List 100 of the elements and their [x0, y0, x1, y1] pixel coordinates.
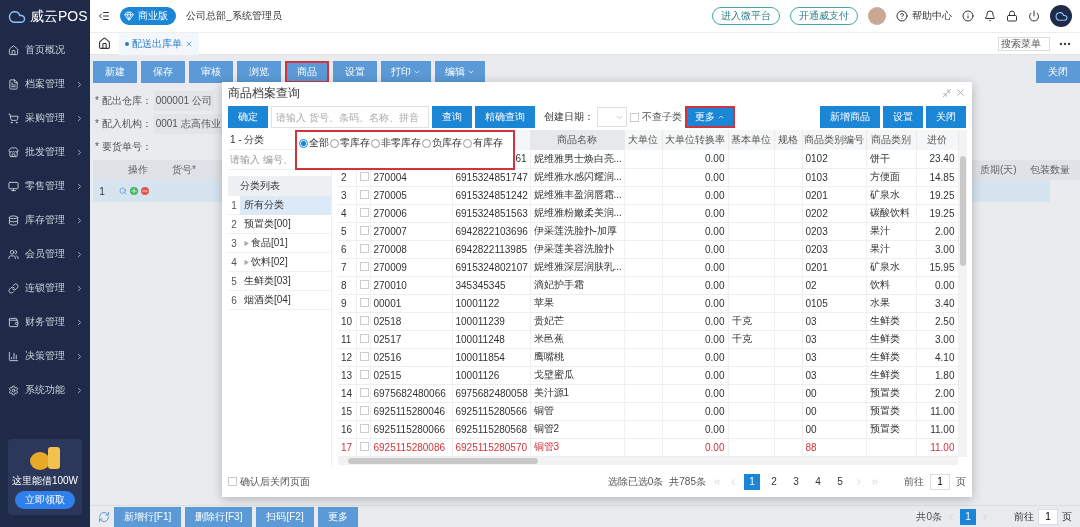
table-cell: 3.00 [935, 243, 955, 255]
dialog-action-button[interactable]: 关闭 [926, 106, 966, 128]
help-icon[interactable] [896, 10, 908, 22]
sidebar-item[interactable]: 决策管理 [0, 339, 90, 373]
expand-icon[interactable] [244, 240, 249, 246]
dialog-action-button[interactable]: 新增商品 [820, 106, 880, 128]
radio-option[interactable]: 零库存 [330, 136, 370, 150]
help-link[interactable]: 帮助中心 [912, 9, 952, 23]
table-cell: 贵妃芒 [533, 315, 564, 326]
row-checkbox[interactable] [359, 171, 369, 181]
sidebar-item[interactable]: 系统功能 [0, 373, 90, 407]
table-cell: 23.40 [929, 153, 955, 165]
radio-option[interactable]: 全部 [299, 136, 329, 150]
store-icon [8, 146, 19, 158]
date-select[interactable] [597, 107, 627, 127]
row-checkbox[interactable] [359, 387, 369, 397]
bell-icon[interactable] [984, 10, 996, 22]
row-checkbox[interactable] [359, 207, 369, 217]
sidebar-item[interactable]: 采购管理 [0, 101, 90, 135]
category-list-header: 分类列表 [228, 176, 331, 196]
close-after-confirm-checkbox[interactable]: 确认后关闭页面 [228, 474, 310, 489]
page-button[interactable]: 5 [832, 473, 848, 490]
promo-button[interactable]: 立即领取 [15, 491, 75, 509]
page-input[interactable]: 1 [930, 473, 950, 490]
radio-option[interactable]: 非零库存 [371, 136, 421, 150]
category-item[interactable]: 预置类[00] [240, 214, 331, 234]
page-button[interactable]: 3 [788, 473, 804, 490]
sidebar-item[interactable]: 会员管理 [0, 237, 90, 271]
search-icon[interactable] [119, 186, 128, 195]
row-checkbox[interactable] [359, 333, 369, 343]
row-checkbox[interactable] [359, 225, 369, 235]
add-icon[interactable] [130, 186, 138, 195]
dialog-action-button[interactable]: 设置 [883, 106, 923, 128]
sidebar-item[interactable]: 批发管理 [0, 135, 90, 169]
search-field[interactable]: 请输入 货号、条码、名称、拼音 [271, 106, 429, 128]
prev-page-icon[interactable] [728, 476, 738, 487]
table-cell: 0201 [805, 189, 828, 201]
table-cell: 果汁 [869, 225, 890, 236]
total-count: 共0条 [916, 509, 942, 524]
confirm-button[interactable]: 确定 [228, 106, 268, 128]
page-button[interactable]: 1 [960, 508, 976, 525]
row-checkbox[interactable] [359, 297, 369, 307]
row-number: 2 [341, 171, 347, 183]
category-item[interactable]: 烟酒类[04] [240, 290, 331, 310]
close-icon[interactable] [185, 39, 193, 48]
table-cell: 03 [805, 351, 817, 363]
table-cell: 03 [805, 333, 817, 345]
category-item[interactable]: 生鲜类[03] [240, 271, 331, 291]
row-checkbox[interactable] [359, 315, 369, 325]
more-button[interactable]: 更多 [685, 106, 735, 128]
chevron-icon [75, 351, 84, 361]
row-checkbox[interactable] [359, 261, 369, 271]
page-button[interactable]: 4 [810, 473, 826, 490]
remove-icon[interactable] [140, 186, 149, 195]
vertical-scrollbar[interactable] [958, 130, 967, 457]
page-button[interactable]: 1 [744, 473, 760, 490]
collapse-icon[interactable] [98, 10, 110, 22]
minimize-icon[interactable] [942, 87, 953, 98]
sidebar-item[interactable]: 档案管理 [0, 67, 90, 101]
next-page-icon[interactable] [854, 476, 864, 487]
row-checkbox[interactable] [359, 441, 369, 451]
exact-query-button[interactable]: 精确查询 [475, 106, 535, 128]
radio-option[interactable]: 有库存 [463, 136, 503, 150]
category-item[interactable]: 食品[01] [240, 233, 331, 253]
sidebar-item[interactable]: 库存管理 [0, 203, 90, 237]
radio-option[interactable]: 负库存 [422, 136, 462, 150]
caret-icon [467, 68, 475, 76]
page-tab[interactable]: 配送出库单 [119, 32, 199, 55]
row-checkbox[interactable] [359, 351, 369, 361]
table-cell: 2.50 [935, 315, 955, 327]
table-cell: 03 [805, 369, 817, 381]
category-item[interactable]: 饮料[02] [240, 252, 331, 272]
row-checkbox[interactable] [359, 423, 369, 433]
expand-icon[interactable] [244, 259, 249, 265]
page-button[interactable]: 2 [766, 473, 782, 490]
horizontal-scrollbar[interactable] [338, 456, 958, 465]
row-number: 7 [341, 261, 347, 273]
last-page-icon[interactable] [870, 476, 880, 487]
row-checkbox[interactable] [359, 189, 369, 199]
query-button[interactable]: 查询 [432, 106, 472, 128]
close-icon[interactable] [955, 86, 966, 98]
first-page-icon[interactable] [712, 476, 722, 487]
sidebar-item[interactable]: 零售管理 [0, 169, 90, 203]
sidebar-item[interactable]: 财务管理 [0, 305, 90, 339]
home-icon[interactable] [98, 37, 111, 50]
info-icon[interactable] [962, 10, 974, 22]
row-checkbox[interactable] [359, 279, 369, 289]
sidebar-item[interactable]: 连锁管理 [0, 271, 90, 305]
page-input[interactable]: 1 [1038, 508, 1058, 525]
menu-search-field[interactable]: 搜索菜单 [998, 36, 1050, 51]
row-checkbox[interactable] [359, 405, 369, 415]
row-checkbox[interactable] [359, 243, 369, 253]
power-icon[interactable] [1028, 10, 1040, 22]
sidebar-item[interactable]: 首页概况 [0, 33, 90, 67]
row-checkbox[interactable] [359, 369, 369, 379]
row-number: 4 [230, 256, 238, 268]
refresh-icon[interactable] [98, 510, 110, 523]
row-number: 3 [230, 237, 238, 249]
lock-icon[interactable] [1006, 10, 1018, 22]
subcategory-checkbox[interactable]: 不查子类 [630, 110, 682, 124]
